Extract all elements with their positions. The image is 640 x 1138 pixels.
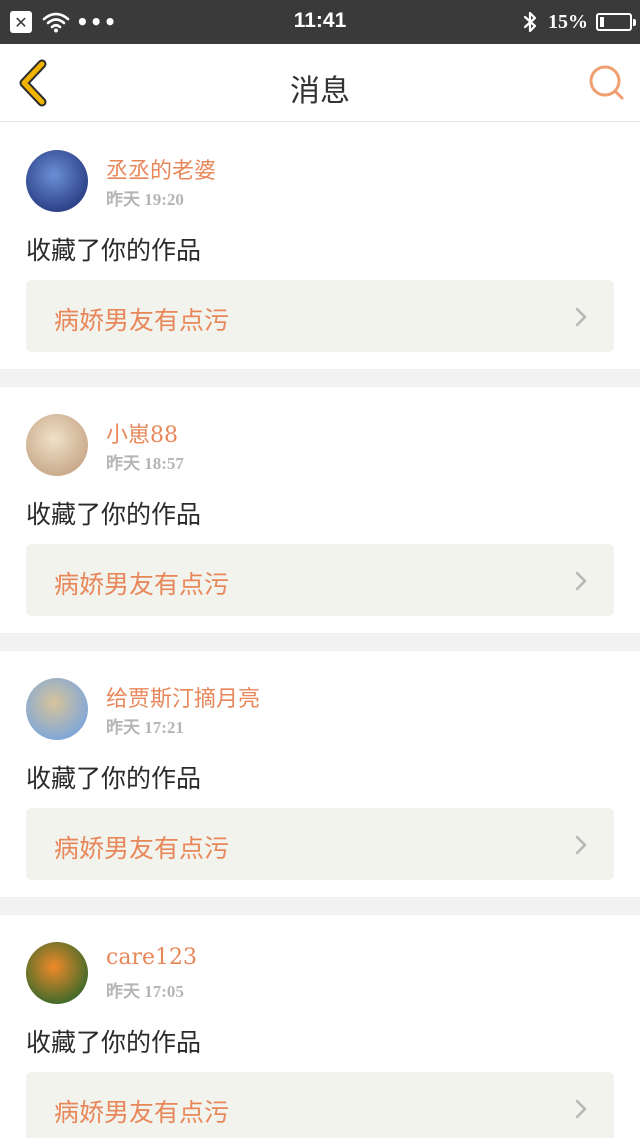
message-card: 小崽88 昨天 18:57 收藏了你的作品 病娇男友有点污 — [0, 387, 640, 651]
work-title: 病娇男友有点污 — [54, 834, 230, 863]
work-title: 病娇男友有点污 — [54, 1098, 230, 1127]
work-title: 病娇男友有点污 — [54, 306, 230, 335]
username[interactable]: 给贾斯汀摘月亮 — [106, 681, 260, 713]
work-link[interactable]: 病娇男友有点污 — [26, 280, 614, 352]
username[interactable]: 小崽88 — [106, 417, 178, 449]
avatar[interactable] — [26, 678, 88, 740]
action-text: 收藏了你的作品 — [26, 500, 202, 529]
username[interactable]: 丞丞的老婆 — [106, 153, 216, 185]
message-card: 给贾斯汀摘月亮 昨天 17:21 收藏了你的作品 病娇男友有点污 — [0, 651, 640, 915]
action-text: 收藏了你的作品 — [26, 236, 202, 265]
timestamp: 昨天 19:20 — [106, 190, 184, 209]
status-bar-right: 15% — [522, 10, 636, 34]
message-list: 丞丞的老婆 昨天 19:20 收藏了你的作品 病娇男友有点污 小崽88 昨天 1… — [0, 123, 640, 1138]
status-bar: ✕ ••• 11:41 15% — [0, 0, 640, 44]
chevron-right-icon — [575, 571, 587, 591]
action-text: 收藏了你的作品 — [26, 764, 202, 793]
message-card: care123 昨天 17:05 收藏了你的作品 病娇男友有点污 — [0, 915, 640, 1138]
username[interactable]: care123 — [106, 945, 197, 970]
search-icon[interactable] — [586, 62, 626, 102]
timestamp: 昨天 17:05 — [106, 982, 184, 1001]
action-text: 收藏了你的作品 — [26, 1028, 202, 1057]
work-link[interactable]: 病娇男友有点污 — [26, 808, 614, 880]
avatar[interactable] — [26, 150, 88, 212]
bluetooth-icon — [523, 11, 537, 33]
timestamp: 昨天 18:57 — [106, 454, 184, 473]
battery-percent: 15% — [548, 10, 588, 33]
message-card: 丞丞的老婆 昨天 19:20 收藏了你的作品 病娇男友有点污 — [0, 123, 640, 387]
battery-level — [600, 17, 604, 27]
avatar[interactable] — [26, 942, 88, 1004]
work-link[interactable]: 病娇男友有点污 — [26, 544, 614, 616]
header: 消息 — [0, 44, 640, 122]
chevron-right-icon — [575, 307, 587, 327]
chevron-right-icon — [575, 835, 587, 855]
work-link[interactable]: 病娇男友有点污 — [26, 1072, 614, 1138]
avatar[interactable] — [26, 414, 88, 476]
timestamp: 昨天 17:21 — [106, 718, 184, 737]
chevron-right-icon — [575, 1099, 587, 1119]
battery-icon — [596, 13, 636, 31]
work-title: 病娇男友有点污 — [54, 570, 230, 599]
page-title: 消息 — [290, 74, 350, 109]
